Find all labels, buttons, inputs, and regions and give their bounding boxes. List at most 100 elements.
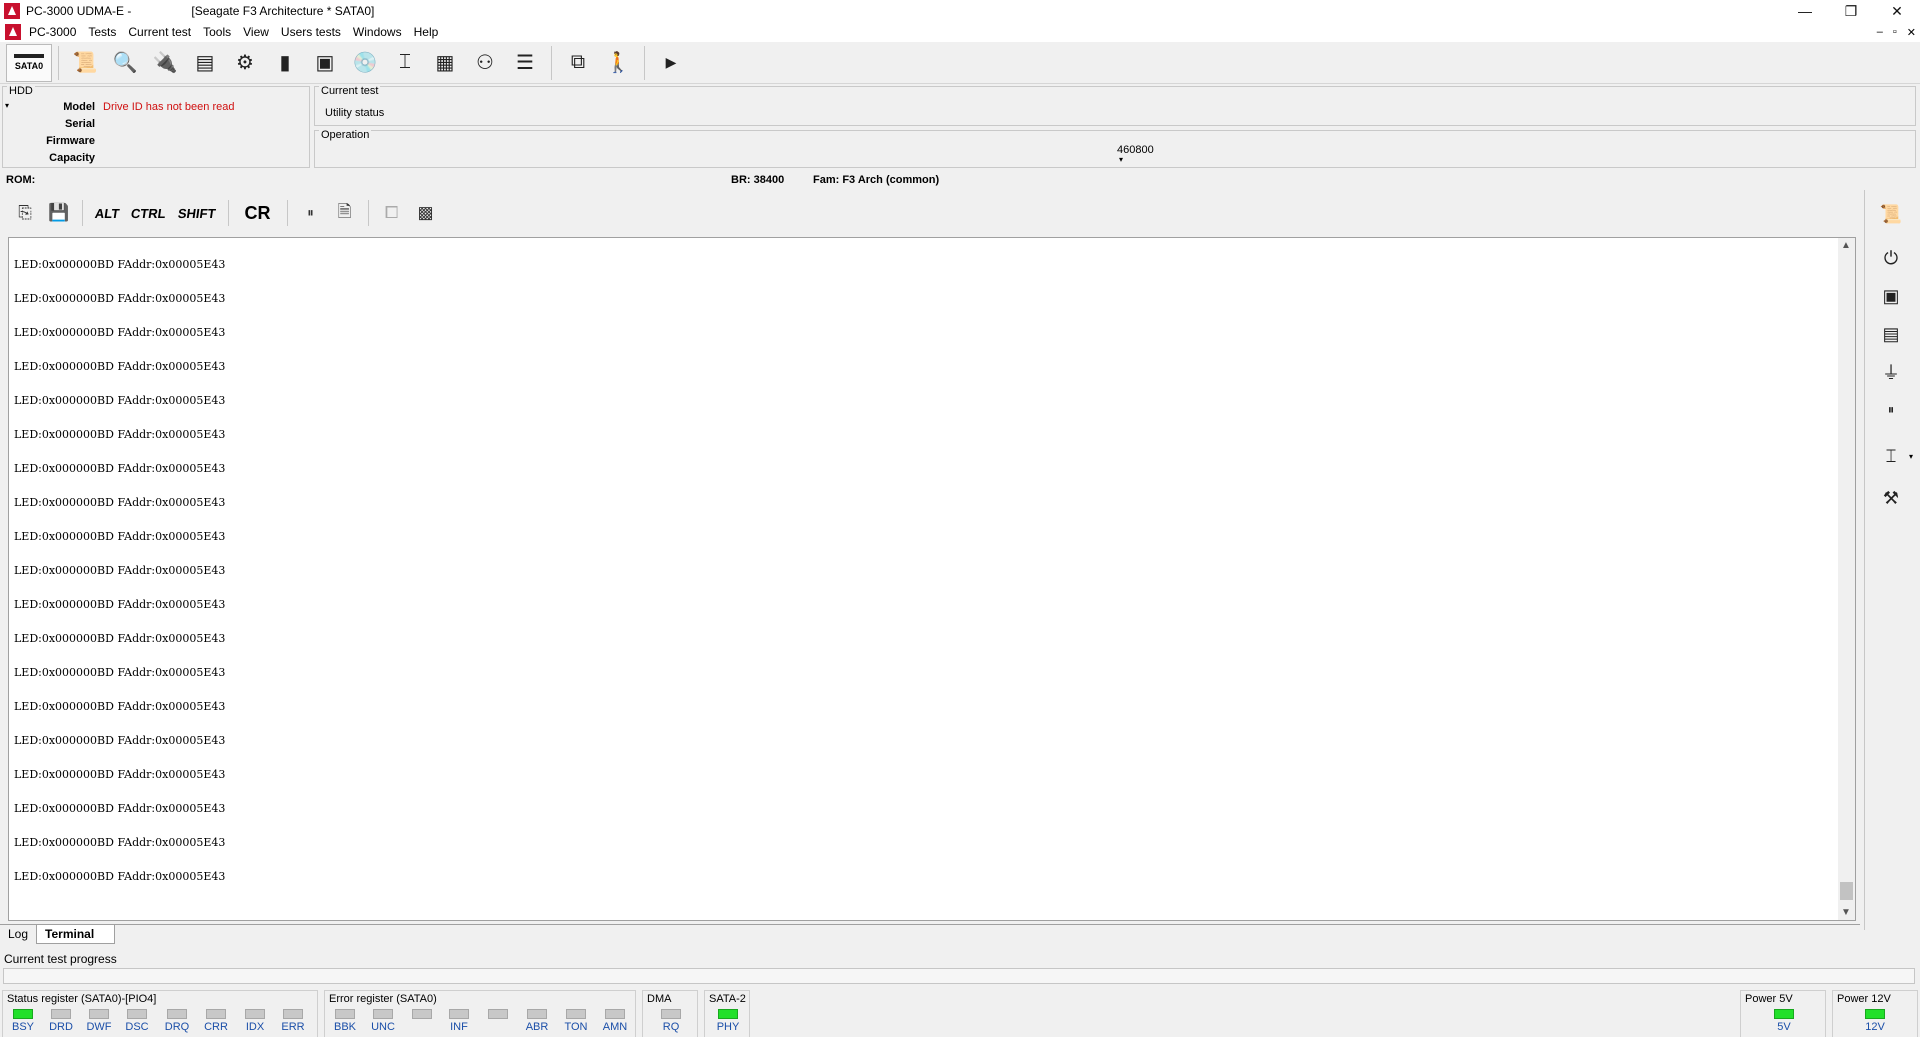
toolbar-separator [82, 200, 83, 226]
tab-terminal[interactable]: Terminal [36, 925, 116, 944]
print-icon[interactable]: ▩ [409, 198, 443, 228]
list-icon[interactable]: ☰ [507, 45, 543, 81]
terminal-line: LED:0x000000BD FAddr:0x00005E43 [14, 870, 226, 883]
drive-info-icon[interactable]: ▣ [307, 45, 343, 81]
heads-icon[interactable]: ⌶ [387, 45, 423, 81]
terminal-line: LED:0x000000BD FAddr:0x00005E43 [14, 360, 226, 373]
led-label: DSC [125, 1021, 149, 1033]
menu-tests[interactable]: Tests [88, 25, 124, 39]
menu-current-test[interactable]: Current test [128, 25, 199, 39]
mdi-restore-icon[interactable]: ▫ [1893, 26, 1897, 38]
probe-icon[interactable]: ⏚ [1873, 356, 1909, 388]
reset-icon[interactable]: ▤ [1873, 318, 1909, 350]
register-bar: Status register (SATA0)-[PIO4] BSY DRD D… [0, 990, 1920, 1037]
title-bar: PC-3000 UDMA-E - [Seagate F3 Architectur… [0, 0, 1920, 22]
toolbar-separator [367, 200, 369, 226]
scroll-up-icon[interactable]: ▲ [1841, 240, 1851, 251]
board-icon[interactable]: ▣ [1873, 280, 1909, 312]
scroll-down-icon[interactable]: ▼ [1841, 907, 1851, 918]
model-label: Model [63, 101, 95, 113]
terminal-line: LED:0x000000BD FAddr:0x00005E43 [14, 428, 226, 441]
led-label: PHY [716, 1021, 740, 1033]
play-icon[interactable]: ▶ [653, 45, 689, 81]
terminal-output[interactable]: LED:0x000000BD FAddr:0x00005E43 LED:0x00… [8, 237, 1856, 921]
led-phy: PHY [708, 1009, 748, 1033]
terminal-scrollbar[interactable]: ▲ ▼ [1838, 238, 1855, 920]
terminal-line: LED:0x000000BD FAddr:0x00005E43 [14, 700, 226, 713]
network-icon[interactable]: ⚇ [467, 45, 503, 81]
copy-icon[interactable]: ⧠ [375, 198, 409, 228]
load-icon[interactable]: ⎘ [8, 198, 42, 228]
error-register-group: Error register (SATA0) BBK UNC INF ABR T… [324, 990, 636, 1037]
menu-pc3000[interactable]: PC-3000 [29, 25, 84, 39]
save-icon[interactable]: 💾 [42, 198, 76, 228]
operation-caption: Operation [319, 129, 372, 141]
scroll-icon[interactable]: 📜 [67, 45, 103, 81]
menu-users-tests[interactable]: Users tests [281, 25, 349, 39]
led-label: UNC [371, 1021, 395, 1033]
led-indicator [1865, 1009, 1885, 1019]
shift-button[interactable]: SHIFT [177, 206, 217, 221]
mdi-minimize-icon[interactable]: – [1877, 26, 1883, 38]
terminal-line: LED:0x000000BD FAddr:0x00005E43 [14, 462, 226, 475]
menu-help[interactable]: Help [414, 25, 447, 39]
terminal-line: LED:0x000000BD FAddr:0x00005E43 [14, 802, 226, 815]
led-unlabeled [478, 1009, 518, 1021]
restore-icon[interactable]: ❐ [1828, 0, 1874, 22]
test-progress-bar [3, 968, 1915, 984]
terminal-line: LED:0x000000BD FAddr:0x00005E43 [14, 394, 226, 407]
menu-windows[interactable]: Windows [353, 25, 410, 39]
menu-view[interactable]: View [243, 25, 277, 39]
disk-icon[interactable]: 💿 [347, 45, 383, 81]
save-log-icon[interactable]: 🗎 [328, 198, 362, 228]
power-on-icon[interactable]: ⏻ [1873, 242, 1909, 274]
led-label: INF [450, 1021, 468, 1033]
search-icon[interactable]: 🔍 [107, 45, 143, 81]
led-label: BBK [333, 1021, 356, 1033]
pause-icon[interactable]: ⏸ [294, 198, 328, 228]
tools-icon[interactable]: ⚒ [1873, 482, 1909, 514]
terminal-line: LED:0x000000BD FAddr:0x00005E43 [14, 734, 226, 747]
power-12v-caption: Power 12V [1837, 993, 1891, 1005]
led-label: 12V [1865, 1021, 1885, 1033]
plug-icon[interactable]: 🔌 [147, 45, 183, 81]
power-12v-group: Power 12V 12V [1832, 990, 1918, 1037]
led-indicator [412, 1009, 432, 1019]
gear-icon[interactable]: ⚙ [227, 45, 263, 81]
script-icon[interactable]: 📜 [1873, 198, 1909, 230]
window-controls: — ❐ ✕ [1782, 0, 1920, 22]
scroll-thumb[interactable] [1840, 882, 1853, 900]
led-indicator [13, 1009, 33, 1019]
baudrate-icon[interactable]: ▤ [187, 45, 223, 81]
operation-dropdown-icon[interactable]: ▾ [1119, 155, 1123, 164]
terminal-toolbar: ⎘ 💾 ALT CTRL SHIFT CR ⏸ 🗎 ⧠ ▩ [8, 198, 1856, 228]
alt-button[interactable]: ALT [94, 206, 120, 221]
tab-log[interactable]: Log [0, 925, 36, 944]
chip-icon[interactable]: ▮ [267, 45, 303, 81]
cr-button[interactable]: CR [245, 203, 271, 224]
led-drq: DRQ [157, 1009, 197, 1033]
user-icon[interactable]: 🚶 [600, 45, 636, 81]
current-test-caption: Current test [319, 85, 381, 97]
serial-label: Serial [65, 118, 95, 130]
mdi-close-icon[interactable]: ✕ [1907, 26, 1916, 39]
minimize-icon[interactable]: — [1782, 0, 1828, 22]
close-icon[interactable]: ✕ [1874, 0, 1920, 22]
document-title: [Seagate F3 Architecture * SATA0] [191, 4, 375, 18]
led-5v: 5V [1764, 1009, 1804, 1033]
led-indicator [127, 1009, 147, 1019]
model-value: Drive ID has not been read [103, 101, 235, 113]
menu-tools[interactable]: Tools [203, 25, 239, 39]
heads-play-icon[interactable]: ⌶ [1873, 440, 1909, 472]
windows-icon[interactable]: ⧉ [560, 45, 596, 81]
led-indicator [449, 1009, 469, 1019]
led-indicator [51, 1009, 71, 1019]
dma-caption: DMA [647, 993, 672, 1005]
hdd-panel: HDD ▾ Model Drive ID has not been read S… [2, 85, 310, 168]
mdi-logo-icon[interactable] [5, 24, 21, 40]
dropdown-icon[interactable]: ▾ [1909, 452, 1913, 461]
pause-icon[interactable]: ⏸ [1873, 394, 1909, 426]
ctrl-button[interactable]: CTRL [130, 206, 167, 221]
grid-icon[interactable]: ▦ [427, 45, 463, 81]
sata-port-button[interactable]: SATA0 [6, 43, 52, 82]
